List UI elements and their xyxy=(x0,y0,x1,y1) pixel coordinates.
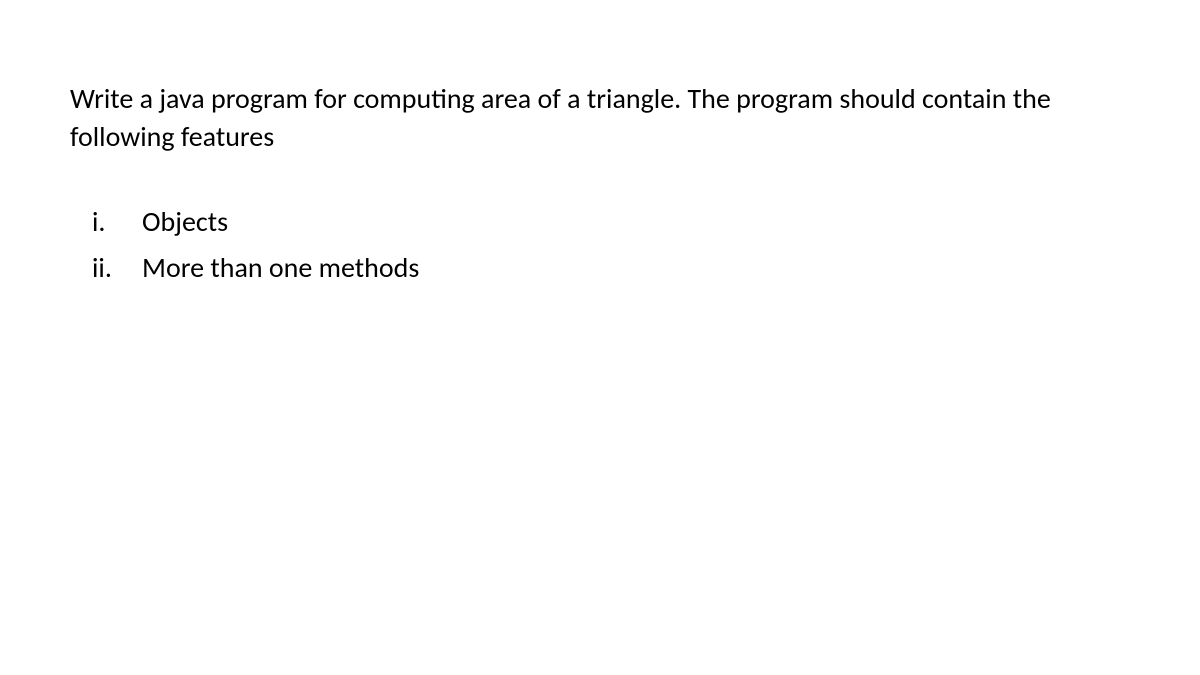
list-item-text: Objects xyxy=(142,201,1130,243)
list-marker: ii. xyxy=(92,247,142,289)
list-marker: i. xyxy=(92,201,142,243)
list-item: i. Objects xyxy=(92,201,1130,243)
question-intro: Write a java program for computing area … xyxy=(70,80,1130,156)
feature-list: i. Objects ii. More than one methods xyxy=(70,201,1130,289)
list-item-text: More than one methods xyxy=(142,247,1130,289)
list-item: ii. More than one methods xyxy=(92,247,1130,289)
